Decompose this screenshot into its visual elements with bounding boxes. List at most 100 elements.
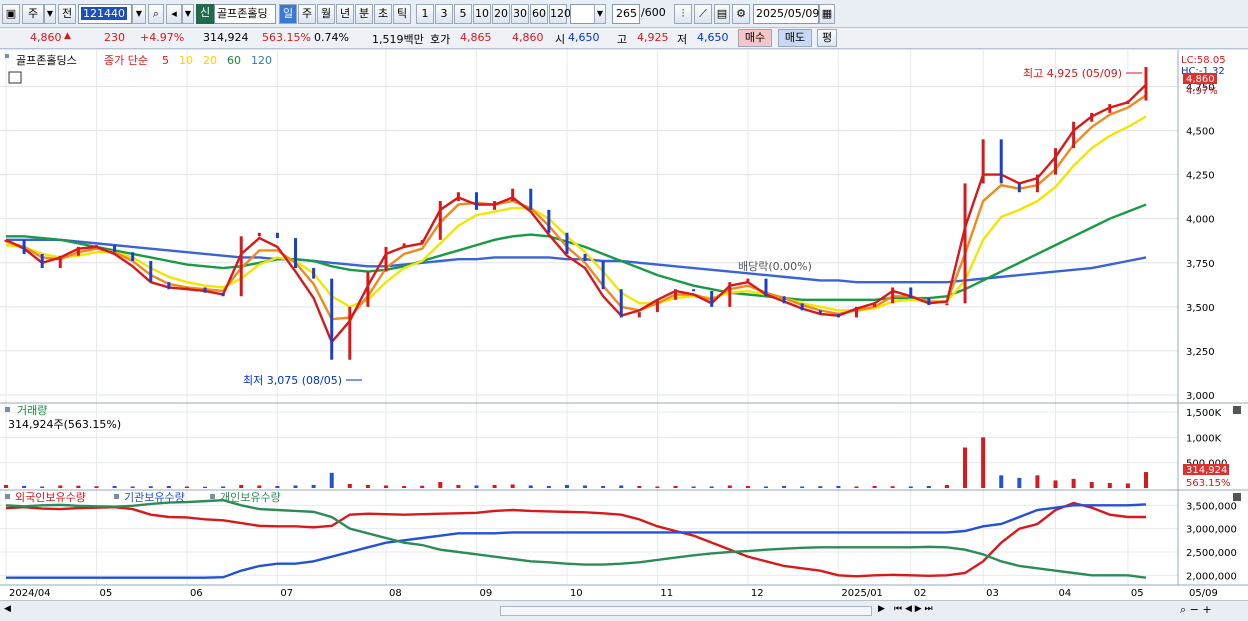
x-tick-label: 2024/04 (9, 588, 51, 599)
legend-ma-label: 종가 단순 (104, 54, 148, 67)
calendar-icon[interactable]: ▦ (819, 4, 835, 24)
period-button-2[interactable]: 주 (298, 4, 316, 24)
price-candle (113, 245, 117, 253)
draw-tool-icon[interactable]: ⟋ (694, 4, 712, 24)
search-icon[interactable]: ⌕ (148, 4, 164, 24)
stock-name-field[interactable]: 골프존홀딩 (214, 4, 276, 24)
price-candle (1054, 148, 1058, 175)
nav-first-icon[interactable]: ⏮ ◀ ▶ ⏭ (894, 604, 933, 614)
price-candle (94, 245, 98, 248)
volume-bar (275, 485, 280, 488)
price-tick-label: 3,250 (1186, 347, 1215, 358)
price-candle (529, 188, 533, 210)
interval-button-3[interactable]: 5 (454, 4, 472, 24)
candle-type-icon[interactable]: ⫶ (674, 4, 692, 24)
quote-bar: 4,860 ▲ 230 +4.97% 314,924 563.15% 0.74%… (0, 28, 1248, 49)
period-button-7[interactable]: 틱 (393, 4, 411, 24)
period-button-5[interactable]: 분 (355, 4, 373, 24)
volume-bar (528, 485, 533, 488)
scroll-right-icon[interactable]: ▶ (878, 604, 890, 618)
holdings-close-icon[interactable] (1233, 493, 1241, 501)
holdings-legend-1: 외국인보유수량 (15, 491, 86, 504)
volume-bar (782, 485, 787, 488)
settings-gear-icon[interactable]: ⚙ (732, 4, 750, 24)
table-toggle-icon[interactable] (8, 71, 22, 84)
volume-bar (4, 484, 8, 488)
prev-button[interactable]: 전 (58, 4, 76, 24)
holdings-tick-label: 3,500,000 (1186, 501, 1237, 512)
code-dropdown-icon[interactable]: ▼ (132, 4, 146, 24)
holdings-legend-2: 기관보유수량 (124, 491, 185, 504)
scroll-thumb[interactable] (500, 606, 872, 616)
period-button-4[interactable]: 년 (336, 4, 354, 24)
holdings-tick-label: 3,000,000 (1186, 525, 1237, 536)
price-candle (76, 246, 80, 256)
price-tick-label: 4,250 (1186, 171, 1215, 182)
volume-bar (564, 484, 569, 488)
vol-tag: 314,924 (1186, 465, 1227, 476)
volume-bar (184, 486, 189, 488)
interval-button-1[interactable]: 1 (416, 4, 434, 24)
period-button-6[interactable]: 초 (374, 4, 392, 24)
interval-button-2[interactable]: 3 (435, 4, 453, 24)
volume-bar (908, 486, 913, 488)
interval-button-5[interactable]: 20 (492, 4, 510, 24)
interval-button-8[interactable]: 120 (549, 4, 571, 24)
low-value: 4,650 (697, 31, 729, 44)
open-value: 4,650 (568, 31, 600, 44)
price-candle (873, 303, 877, 307)
volume-tick-label: 1,500K (1186, 408, 1222, 419)
price-candle (493, 201, 497, 210)
price-change: 230 (104, 31, 125, 44)
price-candle (565, 232, 569, 254)
market-select[interactable]: 주 (22, 4, 44, 24)
price-candle (420, 239, 424, 244)
speaker-dropdown-icon[interactable]: ▼ (182, 4, 194, 24)
volume-bar (727, 485, 732, 488)
volume-bar (474, 485, 479, 488)
price-candle (239, 236, 243, 297)
stock-chart: 4,7504,5004,2504,0003,7503,5003,2503,000… (0, 50, 1248, 599)
price-candle (854, 306, 858, 318)
volume-bar (58, 485, 63, 488)
speaker-icon[interactable]: ◂ (166, 4, 182, 24)
interval-button-6[interactable]: 30 (511, 4, 529, 24)
volume-bar (583, 485, 588, 488)
volume-bar (836, 485, 841, 488)
date-input[interactable]: 2025/05/09 (753, 4, 819, 24)
holdings-marker-icon (210, 494, 215, 499)
price-candle (330, 278, 334, 360)
volume-bar (347, 483, 352, 488)
avg-button[interactable]: 평 (817, 29, 837, 47)
volume-bar (1017, 477, 1022, 488)
volume-bar (293, 485, 298, 488)
sell-button[interactable]: 매도 (778, 29, 812, 47)
count-input[interactable]: 265 (612, 4, 640, 24)
volume-bar (1107, 482, 1112, 488)
interval-dropdown-icon[interactable]: ▼ (594, 4, 606, 24)
window-menu-icon[interactable]: ▣ (2, 4, 20, 24)
interval-button-7[interactable]: 60 (530, 4, 548, 24)
save-icon[interactable]: ▤ (714, 4, 730, 24)
price-candle (1108, 104, 1112, 113)
price-candle (257, 232, 261, 237)
scroll-left-icon[interactable]: ◀ (4, 604, 16, 618)
market-dropdown-icon[interactable]: ▼ (44, 4, 56, 24)
zoom-icon[interactable]: ⌕ − + (1180, 603, 1212, 617)
volume-bar (872, 485, 877, 488)
period-button-3[interactable]: 월 (317, 4, 335, 24)
price-tick-label: 4,500 (1186, 127, 1215, 138)
price-candle (655, 299, 659, 313)
volume-close-icon[interactable] (1233, 406, 1241, 414)
volume-bar (94, 486, 99, 488)
price-candle (294, 238, 298, 269)
period-button-1[interactable]: 일 (279, 4, 297, 24)
code-input[interactable]: 121440 (78, 4, 132, 24)
price-candle (728, 282, 732, 307)
legend-ma-120: 120 (251, 54, 272, 67)
buy-button[interactable]: 매수 (738, 29, 772, 47)
interval-button-4[interactable]: 10 (473, 4, 491, 24)
price-candle (366, 271, 370, 307)
price-candle (746, 278, 750, 283)
price-candle (909, 287, 913, 299)
